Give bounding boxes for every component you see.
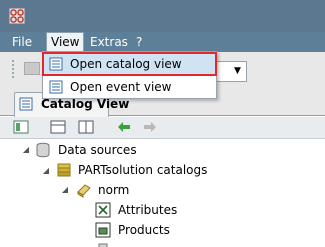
menu-item-open-event-view[interactable]: Open event view [44, 76, 215, 98]
collapse-icon[interactable]: ◢ [21, 145, 31, 155]
catalog-view-icon [49, 57, 63, 71]
catalogs-icon [57, 163, 71, 177]
menu-item-label: Open catalog view [70, 57, 182, 71]
catalog-icon [77, 184, 91, 198]
menu-file[interactable]: File [8, 32, 36, 52]
menu-item-open-catalog-view[interactable]: Open catalog view [44, 53, 215, 75]
tree-view-icon[interactable] [13, 120, 29, 134]
tree-node-data-sources[interactable]: Data sources [58, 140, 137, 160]
chevron-down-icon[interactable]: ▼ [229, 62, 246, 81]
tree-node-norm[interactable]: norm [98, 180, 129, 200]
collapse-icon[interactable]: ◢ [60, 185, 70, 195]
split-view-icon[interactable] [78, 120, 94, 134]
toolbar-grip[interactable] [12, 60, 18, 78]
tree-node-attributes[interactable]: Attributes [118, 200, 177, 220]
tree-node-partsolution-catalogs[interactable]: PARTsolution catalogs [78, 160, 207, 180]
collapse-icon[interactable]: ◢ [41, 166, 51, 176]
list-view-icon[interactable] [50, 120, 66, 134]
menu-extras[interactable]: Extras [86, 32, 132, 52]
catalog-tree: ◢ Data sources ◢ PARTsolution catalogs ◢… [0, 139, 325, 247]
menu-bar: File View Extras ? [0, 32, 325, 52]
attributes-icon [95, 202, 111, 218]
view-menu-dropdown: Open catalog view Open event view [42, 51, 217, 99]
title-bar [0, 0, 325, 32]
tree-node-icon [98, 243, 108, 247]
back-arrow-icon[interactable] [116, 120, 132, 134]
products-icon [95, 222, 111, 238]
tab-label: Catalog View [41, 97, 130, 111]
menu-view[interactable]: View [46, 32, 85, 52]
app-icon [9, 8, 25, 24]
forward-arrow-icon[interactable] [142, 120, 158, 134]
catalog-view-icon [19, 97, 33, 111]
open-folder-icon[interactable] [24, 62, 40, 75]
menu-help[interactable]: ? [132, 32, 146, 52]
menu-item-label: Open event view [70, 80, 172, 94]
database-icon [36, 142, 50, 158]
tree-node-products[interactable]: Products [118, 220, 170, 240]
event-view-icon [49, 80, 63, 94]
view-toolbar [0, 117, 325, 139]
